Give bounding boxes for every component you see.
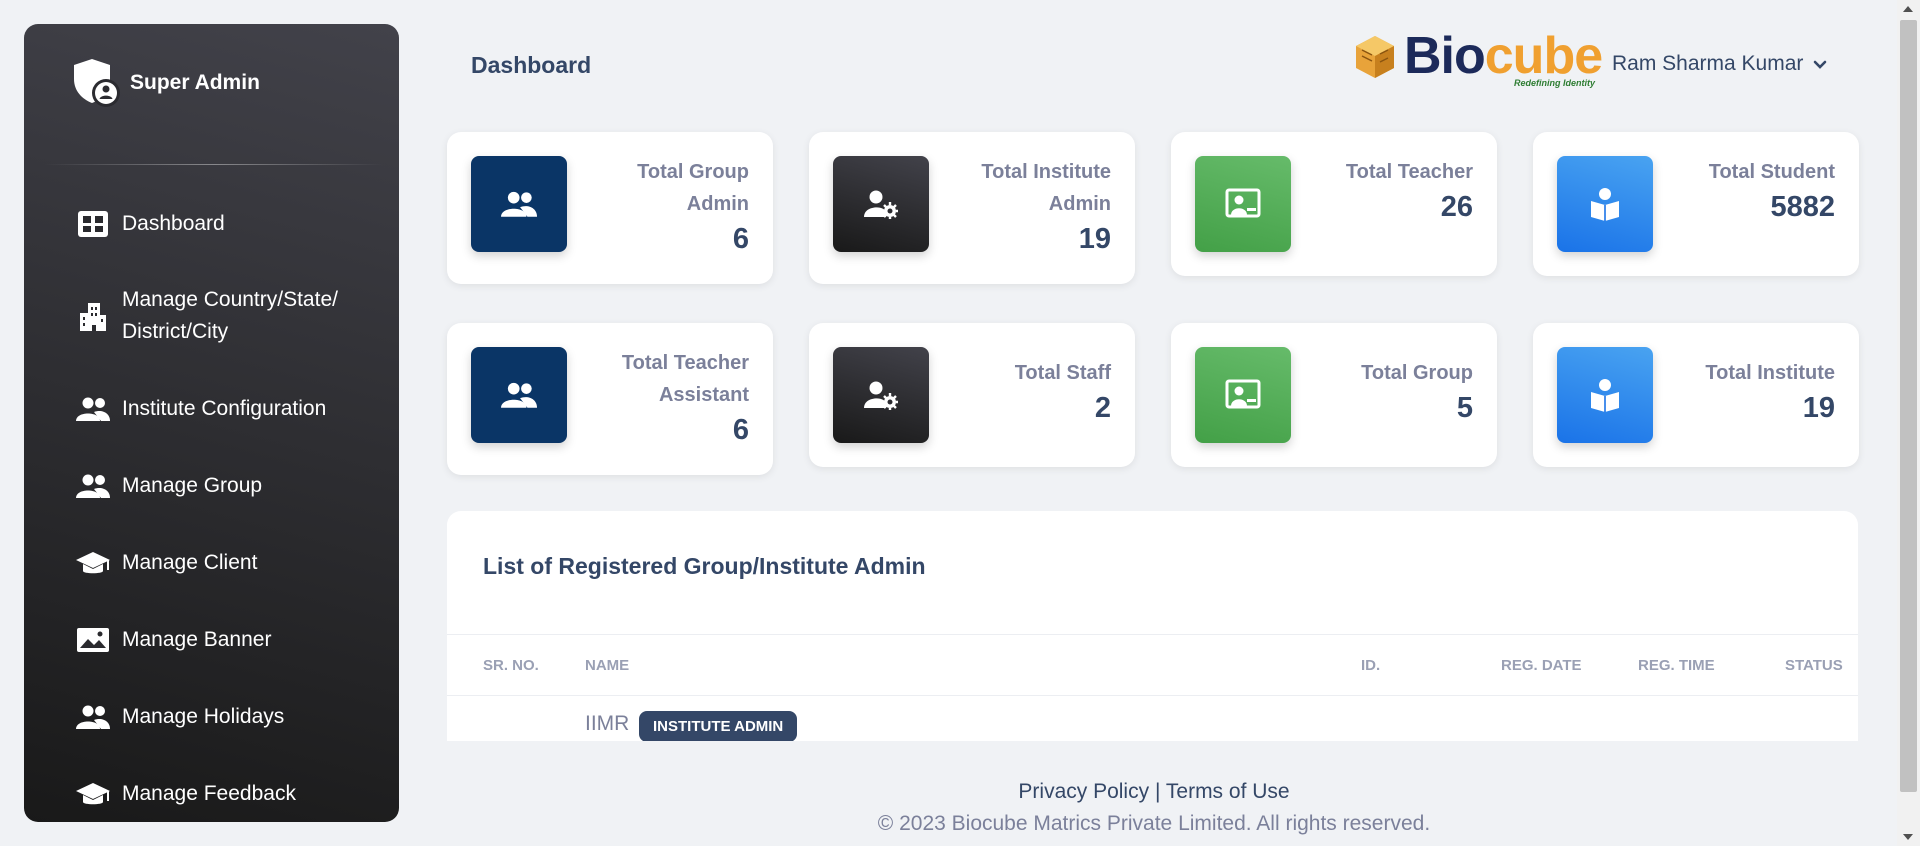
sidebar-item-manage-client[interactable]: Manage Client xyxy=(24,524,399,601)
stat-card-institute-admin[interactable]: Total Institute Admin 19 xyxy=(809,132,1135,284)
stat-card-staff[interactable]: Total Staff 2 xyxy=(809,323,1135,467)
sidebar-item-manage-holidays[interactable]: Manage Holidays xyxy=(24,678,399,755)
privacy-policy-link[interactable]: Privacy Policy xyxy=(1018,780,1149,803)
teacher-board-icon xyxy=(1195,156,1291,252)
user-gear-icon xyxy=(833,156,929,252)
stat-value: 6 xyxy=(732,223,749,255)
scroll-down-icon[interactable] xyxy=(1903,834,1913,840)
stat-value: 19 xyxy=(1078,223,1111,255)
column-id[interactable]: ID. xyxy=(1361,657,1380,674)
stat-value: 6 xyxy=(732,414,749,446)
row-name: IIMR xyxy=(585,712,630,735)
users-icon xyxy=(471,347,567,443)
column-reg-time[interactable]: REG. TIME xyxy=(1638,657,1715,674)
column-status[interactable]: STATUS xyxy=(1785,657,1843,674)
role-badge: INSTITUTE ADMIN xyxy=(639,711,798,741)
stat-label: Total Group Admin xyxy=(637,161,749,215)
sidebar-item-institute-configuration[interactable]: Institute Configuration xyxy=(24,370,399,447)
chevron-down-icon xyxy=(1813,52,1827,76)
sidebar-item-label: Manage Group xyxy=(122,473,263,497)
stat-value: 2 xyxy=(1094,392,1111,424)
sidebar-item-label: Institute Configuration xyxy=(122,396,327,420)
sidebar-item-label: Dashboard xyxy=(122,211,225,235)
sidebar-nav: Dashboard Manage Country/State/ District… xyxy=(24,165,399,822)
sidebar-item-label: Manage Banner xyxy=(122,627,272,651)
sidebar-item-manage-group[interactable]: Manage Group xyxy=(24,447,399,524)
stat-card-teacher[interactable]: Total Teacher 26 xyxy=(1171,132,1497,276)
users-icon xyxy=(471,156,567,252)
sidebar-brand-name: Super Admin xyxy=(130,71,260,94)
stat-label: Total Institute xyxy=(1705,362,1835,384)
book-reader-icon xyxy=(1557,156,1653,252)
biocube-logo: Biocube Redefining Identity xyxy=(1354,27,1603,90)
cube-logo-icon xyxy=(1354,34,1396,85)
users-icon xyxy=(76,394,110,424)
sidebar-item-label: Manage Client xyxy=(122,550,258,574)
logo-wordmark: Biocube xyxy=(1404,26,1603,86)
book-reader-icon xyxy=(1557,347,1653,443)
logo-tagline: Redefining Identity xyxy=(1514,78,1595,88)
city-icon xyxy=(76,301,110,331)
stat-label: Total Institute Admin xyxy=(981,161,1111,215)
user-menu[interactable]: Ram Sharma Kumar xyxy=(1612,52,1827,76)
stat-value: 19 xyxy=(1802,392,1835,424)
column-name[interactable]: NAME xyxy=(585,657,629,674)
dashboard-icon xyxy=(76,209,110,239)
column-reg-date[interactable]: REG. DATE xyxy=(1501,657,1582,674)
image-icon xyxy=(76,625,110,655)
stat-card-institute[interactable]: Total Institute 19 xyxy=(1533,323,1859,467)
sidebar-item-label: Manage Holidays xyxy=(122,704,285,728)
stat-value: 5 xyxy=(1456,392,1473,424)
terms-of-use-link[interactable]: Terms of Use xyxy=(1166,780,1290,803)
scroll-up-icon[interactable] xyxy=(1903,6,1913,12)
teacher-board-icon xyxy=(1195,347,1291,443)
column-sr-no[interactable]: SR. NO. xyxy=(483,657,539,674)
shield-user-icon xyxy=(70,57,122,109)
sidebar-brand[interactable]: Super Admin xyxy=(24,24,399,142)
registered-admins-table: List of Registered Group/Institute Admin… xyxy=(447,511,1858,741)
graduation-cap-icon xyxy=(76,548,110,578)
stat-value: 5882 xyxy=(1770,191,1835,223)
stat-label: Total Staff xyxy=(1014,362,1111,384)
footer-links: Privacy Policy | Terms of Use xyxy=(0,780,1920,804)
stat-label: Total Student xyxy=(1708,161,1835,183)
page-title: Dashboard xyxy=(471,52,592,78)
table-title: List of Registered Group/Institute Admin xyxy=(483,553,926,579)
sidebar-item-dashboard[interactable]: Dashboard xyxy=(24,185,399,262)
user-gear-icon xyxy=(833,347,929,443)
stat-label: Total Group xyxy=(1361,362,1473,384)
table-header: SR. NO. NAME ID. REG. DATE REG. TIME STA… xyxy=(447,634,1858,696)
logo-cube: cube xyxy=(1484,27,1603,85)
scroll-thumb[interactable] xyxy=(1900,20,1917,792)
stat-card-student[interactable]: Total Student 5882 xyxy=(1533,132,1859,276)
sidebar: Super Admin Dashboard Manage Country/Sta… xyxy=(24,24,399,822)
stat-label: Total Teacher xyxy=(1345,161,1473,183)
stat-card-group-admin[interactable]: Total Group Admin 6 xyxy=(447,132,773,284)
sidebar-item-manage-country[interactable]: Manage Country/State/ District/City xyxy=(24,262,399,370)
copyright: © 2023 Biocube Matrics Private Limited. … xyxy=(877,812,1431,835)
users-icon xyxy=(76,471,110,501)
page-scrollbar[interactable] xyxy=(1897,0,1920,846)
users-icon xyxy=(76,702,110,732)
stat-value: 26 xyxy=(1440,191,1473,223)
table-row[interactable]: IIMR INSTITUTE ADMIN xyxy=(447,696,1858,741)
sidebar-item-label: Manage Country/State/ District/City xyxy=(122,288,338,343)
stat-card-group[interactable]: Total Group 5 xyxy=(1171,323,1497,467)
user-name: Ram Sharma Kumar xyxy=(1612,52,1804,75)
stat-card-teacher-assistant[interactable]: Total Teacher Assistant 6 xyxy=(447,323,773,475)
stat-label: Total Teacher Assistant xyxy=(621,352,749,406)
logo-bio: Bio xyxy=(1404,27,1486,85)
sidebar-item-manage-banner[interactable]: Manage Banner xyxy=(24,601,399,678)
footer-separator: | xyxy=(1154,780,1161,803)
